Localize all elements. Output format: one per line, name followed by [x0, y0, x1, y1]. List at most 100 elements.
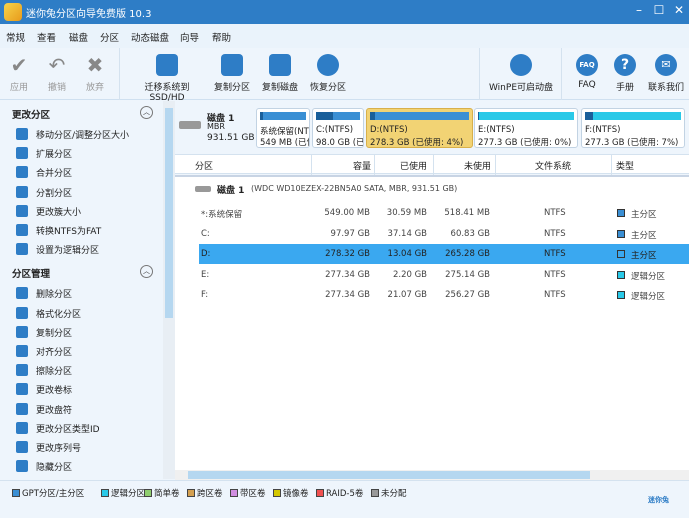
sidebar-item[interactable]: 更改序列号	[16, 439, 163, 457]
usage-bar	[478, 112, 574, 120]
sidebar-item[interactable]: 分割分区	[16, 184, 163, 202]
copy-partition-label: 复制分区	[213, 83, 250, 93]
disk-map-partition[interactable]: C:(NTFS) 98.0 GB (已使用: 37%)	[312, 108, 364, 148]
copy-disk-button[interactable]: 复制磁盘	[258, 54, 302, 93]
cell-filesystem: NTFS	[544, 249, 566, 260]
recover-partition-button[interactable]: 恢复分区	[306, 54, 350, 93]
disk-size: 931.51 GB	[207, 133, 255, 143]
partition-label: E:(NTFS)	[478, 125, 515, 135]
cell-used: 2.20 GB	[392, 269, 427, 280]
cell-filesystem: NTFS	[544, 290, 566, 301]
cell-capacity: 278.32 GB	[325, 249, 370, 260]
sidebar-item[interactable]: 复制分区	[16, 324, 163, 342]
table-scroll-thumb[interactable]	[188, 471, 590, 479]
table-row[interactable]: F: 277.34 GB 21.07 GB 256.27 GB NTFS 逻辑分区	[199, 285, 689, 305]
cell-partition: C:	[201, 228, 210, 239]
sidebar-item[interactable]: 更改分区类型ID	[16, 420, 163, 438]
disk-map-partition[interactable]: E:(NTFS) 277.3 GB (已使用: 0%)	[474, 108, 578, 148]
sidebar-item[interactable]: 对齐分区	[16, 343, 163, 361]
sidebar-item[interactable]: 更改簇大小	[16, 203, 163, 221]
menu-disk[interactable]: 磁盘	[69, 30, 88, 44]
menu-wizard[interactable]: 向导	[180, 30, 199, 44]
sidebar-item-label: 扩展分区	[36, 150, 73, 161]
legend-swatch	[12, 489, 20, 497]
sidebar-item-icon	[16, 325, 28, 338]
winpe-button[interactable]: WinPE可启动盘	[486, 54, 556, 93]
discard-button[interactable]: ✖ 放弃	[82, 54, 108, 93]
menu-dynamic-disk[interactable]: 动态磁盘	[131, 30, 169, 44]
sidebar-item[interactable]: 擦除分区	[16, 362, 163, 380]
cell-type: 主分区	[631, 251, 657, 262]
table-row[interactable]: C: 97.97 GB 37.14 GB 60.83 GB NTFS 主分区	[199, 224, 689, 244]
sidebar-item-icon	[16, 243, 28, 256]
migrate-label: 迁移系统到SSD/HD	[144, 83, 190, 103]
sidebar-item[interactable]: 合并分区	[16, 164, 163, 182]
column-header-filesystem[interactable]: 文件系统	[535, 159, 571, 172]
menu-general[interactable]: 常规	[6, 30, 25, 44]
sidebar-item-label: 更改簇大小	[36, 207, 82, 218]
column-header-capacity[interactable]: 容量	[353, 159, 371, 172]
cell-unused: 275.14 GB	[445, 269, 490, 280]
table-row[interactable]: E: 277.34 GB 2.20 GB 275.14 GB NTFS 逻辑分区	[199, 265, 689, 285]
disk-row-name[interactable]: 磁盘 1	[217, 183, 244, 196]
sidebar-item[interactable]: 设置为活动分区	[16, 477, 163, 479]
collapse-icon[interactable]: ︿	[140, 106, 153, 119]
menu-partition[interactable]: 分区	[100, 30, 119, 44]
toolbar-divider	[119, 48, 120, 100]
sidebar-item-label: 分割分区	[36, 188, 73, 199]
sidebar-item[interactable]: 更改卷标	[16, 381, 163, 399]
legend-swatch	[101, 489, 109, 497]
partition-size: 278.3 GB (已使用: 4%)	[370, 138, 464, 148]
partition-label: C:(NTFS)	[316, 125, 354, 135]
column-header-type[interactable]: 类型	[616, 159, 634, 172]
legend-item: 逻辑分区	[101, 487, 145, 499]
sidebar-section-title: 分区管理	[12, 269, 51, 281]
cell-capacity: 277.34 GB	[325, 269, 370, 280]
close-button[interactable]: ✕	[670, 3, 688, 17]
copy-partition-button[interactable]: 复制分区	[212, 54, 252, 93]
undo-icon: ↶	[48, 53, 66, 77]
sidebar-item-label: 转换NTFS为FAT	[36, 227, 102, 237]
legend-item: GPT分区/主分区	[12, 487, 84, 499]
sidebar-item[interactable]: 设置为逻辑分区	[16, 241, 163, 259]
sidebar-section-title: 更改分区	[12, 110, 51, 121]
legend-item: 跨区卷	[187, 487, 223, 499]
sidebar-item-label: 更改卷标	[36, 386, 73, 397]
toolbar-divider	[479, 48, 480, 100]
manual-button[interactable]: ? 手册	[610, 54, 640, 93]
column-header-used[interactable]: 已使用	[400, 159, 427, 172]
sidebar-item[interactable]: 隐藏分区	[16, 458, 163, 476]
legend-label: 跨区卷	[197, 489, 223, 499]
contact-button[interactable]: ✉ 联系我们	[646, 54, 686, 93]
disk-map-partition[interactable]: F:(NTFS) 277.3 GB (已使用: 7%)	[581, 108, 685, 148]
column-header-partition[interactable]: 分区	[195, 159, 213, 172]
sidebar-item[interactable]: 转换NTFS为FAT	[16, 222, 163, 240]
table-row[interactable]: *:系统保留 549.00 MB 30.59 MB 518.41 MB NTFS 主分区	[199, 203, 689, 223]
disk-map-partition[interactable]: D:(NTFS) 278.3 GB (已使用: 4%)	[366, 108, 473, 148]
legend-label: 简单卷	[154, 489, 180, 499]
cell-partition: E:	[201, 269, 210, 280]
sidebar-item[interactable]: 移动分区/调整分区大小	[16, 126, 163, 144]
menu-help[interactable]: 帮助	[212, 30, 231, 44]
collapse-icon[interactable]: ︿	[140, 265, 153, 279]
cell-unused: 60.83 GB	[450, 228, 490, 239]
column-header-unused[interactable]: 未使用	[464, 159, 491, 172]
table-row[interactable]: D: 278.32 GB 13.04 GB 265.28 GB NTFS 主分区	[199, 244, 689, 265]
sidebar-item[interactable]: 格式化分区	[16, 305, 163, 323]
sidebar-scroll-thumb[interactable]	[165, 108, 173, 318]
partition-label: F:(NTFS)	[585, 125, 621, 135]
legend-item: 带区卷	[230, 487, 266, 499]
maximize-button[interactable]: ☐	[650, 3, 668, 17]
faq-button[interactable]: FAQ FAQ	[572, 54, 602, 90]
sidebar-item-label: 移动分区/调整分区大小	[36, 131, 130, 141]
apply-button[interactable]: ✔ 应用	[6, 54, 32, 93]
sidebar-item[interactable]: 扩展分区	[16, 145, 163, 163]
undo-button[interactable]: ↶ 撤销	[44, 54, 70, 93]
disk-map-partition[interactable]: 系统保留(NTFS)549 MB (已使用: 5%)	[256, 108, 310, 148]
legend-label: GPT分区/主分区	[22, 489, 85, 499]
minimize-button[interactable]: –	[630, 3, 648, 17]
sidebar-item[interactable]: 删除分区	[16, 285, 163, 303]
sidebar-item[interactable]: 更改盘符	[16, 401, 163, 419]
menu-view[interactable]: 查看	[37, 30, 56, 44]
migrate-os-button[interactable]: 迁移系统到SSD/HD	[128, 54, 206, 103]
